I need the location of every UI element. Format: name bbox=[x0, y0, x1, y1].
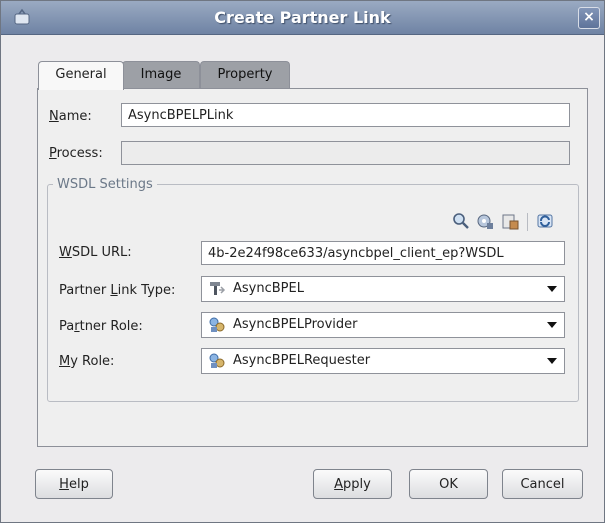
role-icon bbox=[209, 353, 225, 368]
service-explorer-icon[interactable] bbox=[501, 212, 519, 230]
chevron-down-icon bbox=[547, 358, 557, 364]
ok-button[interactable]: OK bbox=[409, 469, 488, 499]
chevron-down-icon bbox=[547, 322, 557, 328]
title-bar[interactable]: Create Partner Link × bbox=[1, 1, 604, 35]
partner-link-type-select[interactable]: AsyncBPEL bbox=[201, 276, 565, 302]
close-button[interactable]: × bbox=[578, 7, 600, 29]
partner-role-select[interactable]: AsyncBPELProvider bbox=[201, 312, 565, 338]
chevron-down-icon bbox=[547, 286, 557, 292]
my-role-select[interactable]: AsyncBPELRequester bbox=[201, 348, 565, 374]
name-label: Name: bbox=[49, 109, 92, 124]
help-button[interactable]: Help bbox=[35, 469, 113, 499]
partner-role-label: Partner Role: bbox=[59, 319, 143, 334]
tab-property[interactable]: Property bbox=[200, 61, 290, 88]
tab-image[interactable]: Image bbox=[122, 61, 200, 88]
cancel-button[interactable]: Cancel bbox=[502, 469, 583, 499]
name-input[interactable]: AsyncBPELPLink bbox=[121, 103, 570, 127]
role-icon bbox=[209, 317, 225, 332]
tab-general-label: General bbox=[55, 67, 107, 82]
partner-role-value: AsyncBPELProvider bbox=[233, 317, 358, 332]
process-label: Process: bbox=[49, 146, 103, 161]
partner-link-type-label: Partner Link Type: bbox=[59, 283, 176, 298]
wsdl-url-input[interactable]: 4b-2e24f98ce633/asyncbpel_client_ep?WSDL bbox=[201, 241, 565, 265]
process-input bbox=[121, 141, 570, 165]
my-role-value: AsyncBPELRequester bbox=[233, 353, 371, 368]
apply-button[interactable]: Apply bbox=[313, 469, 392, 499]
search-icon[interactable] bbox=[452, 212, 470, 230]
dialog-title: Create Partner Link bbox=[214, 8, 391, 27]
refresh-icon[interactable] bbox=[536, 212, 554, 230]
tab-general[interactable]: General bbox=[38, 61, 124, 90]
wsdl-settings-title: WSDL Settings bbox=[53, 177, 157, 192]
browse-services-icon[interactable] bbox=[476, 212, 494, 230]
my-role-label: My Role: bbox=[59, 354, 115, 369]
partner-link-type-icon bbox=[210, 282, 226, 295]
partner-link-type-value: AsyncBPEL bbox=[233, 281, 304, 296]
wsdl-url-label: WSDL URL: bbox=[59, 245, 132, 260]
create-partner-link-dialog: Create Partner Link × General Image Prop… bbox=[0, 0, 605, 523]
toolbar-separator bbox=[527, 213, 528, 231]
tab-property-label: Property bbox=[217, 67, 273, 82]
tab-image-label: Image bbox=[140, 67, 182, 82]
